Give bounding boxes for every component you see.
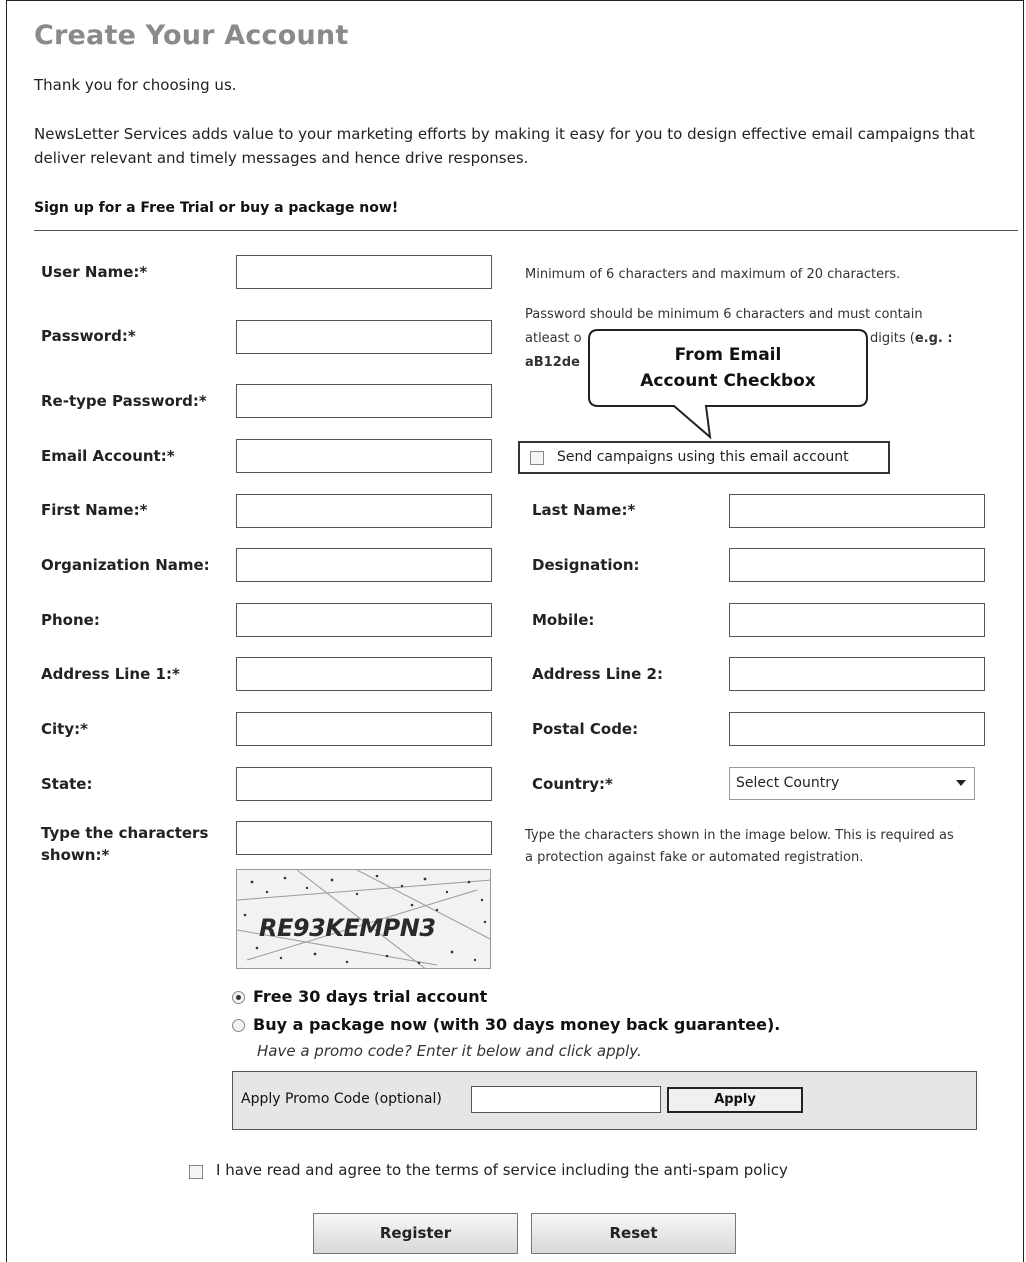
designation-input[interactable] xyxy=(729,548,985,582)
apply-button[interactable]: Apply xyxy=(667,1087,803,1113)
city-label: City:* xyxy=(41,720,88,738)
signup-heading: Sign up for a Free Trial or buy a packag… xyxy=(34,200,399,216)
buy-package-label: Buy a package now (with 30 days money ba… xyxy=(253,1015,781,1034)
terms-label: I have read and agree to the terms of se… xyxy=(216,1161,788,1179)
first-name-label: First Name:* xyxy=(41,501,148,519)
username-hint: Minimum of 6 characters and maximum of 2… xyxy=(525,267,901,282)
mobile-input[interactable] xyxy=(729,603,985,637)
address2-label: Address Line 2: xyxy=(532,665,663,683)
promo-code-panel: Apply Promo Code (optional) Apply xyxy=(232,1071,977,1130)
callout-text: From Email Account Checkbox xyxy=(588,342,868,394)
captcha-input[interactable] xyxy=(236,821,492,855)
reset-button[interactable]: Reset xyxy=(531,1213,736,1254)
postal-code-input[interactable] xyxy=(729,712,985,746)
captcha-text: RE93KEMPN3 xyxy=(259,914,436,942)
last-name-input[interactable] xyxy=(729,494,985,528)
address2-input[interactable] xyxy=(729,657,985,691)
radio-selected-dot xyxy=(236,995,241,1000)
username-input[interactable] xyxy=(236,255,492,289)
password-hint-line2-start: atleast o xyxy=(525,331,582,346)
intro-text: NewsLetter Services adds value to your m… xyxy=(34,125,975,167)
username-label: User Name:* xyxy=(41,263,148,281)
state-input[interactable] xyxy=(236,767,492,801)
captcha-label: Type the characters shown:* xyxy=(41,824,209,864)
callout-line1: From Email xyxy=(674,345,782,365)
last-name-label: Last Name:* xyxy=(532,501,636,519)
register-button[interactable]: Register xyxy=(313,1213,518,1254)
first-name-input[interactable] xyxy=(236,494,492,528)
captcha-hint: Type the characters shown in the image b… xyxy=(525,828,954,865)
city-input[interactable] xyxy=(236,712,492,746)
postal-code-label: Postal Code: xyxy=(532,720,639,738)
country-select[interactable]: Select Country xyxy=(729,767,975,800)
address1-label: Address Line 1:* xyxy=(41,665,180,683)
send-campaigns-option[interactable]: Send campaigns using this email account xyxy=(518,441,890,474)
free-trial-label: Free 30 days trial account xyxy=(253,987,488,1006)
password-hint-line2-end-wrap: digits (e.g. : xyxy=(870,328,953,349)
country-select-value: Select Country xyxy=(736,775,840,791)
org-name-input[interactable] xyxy=(236,548,492,582)
divider xyxy=(34,230,1018,231)
password-input[interactable] xyxy=(236,320,492,354)
designation-label: Designation: xyxy=(532,556,640,574)
chevron-down-icon xyxy=(956,780,966,786)
page-title: Create Your Account xyxy=(34,20,349,51)
buy-package-radio[interactable] xyxy=(232,1019,245,1032)
captcha-image: RE93KEMPN3 xyxy=(236,869,491,969)
callout-line2: Account Checkbox xyxy=(640,371,816,391)
promo-code-input[interactable] xyxy=(471,1086,661,1113)
password-hint-example: aB12de xyxy=(525,355,580,370)
retype-password-label: Re-type Password:* xyxy=(41,392,207,410)
email-input[interactable] xyxy=(236,439,492,473)
phone-label: Phone: xyxy=(41,611,100,629)
free-trial-radio[interactable] xyxy=(232,991,245,1004)
phone-input[interactable] xyxy=(236,603,492,637)
mobile-label: Mobile: xyxy=(532,611,595,629)
state-label: State: xyxy=(41,775,93,793)
send-campaigns-checkbox[interactable] xyxy=(530,451,544,465)
password-example-label: e.g. : xyxy=(914,331,953,346)
address1-input[interactable] xyxy=(236,657,492,691)
country-label: Country:* xyxy=(532,775,613,793)
terms-checkbox[interactable] xyxy=(189,1165,203,1179)
promo-hint: Have a promo code? Enter it below and cl… xyxy=(257,1042,642,1060)
retype-password-input[interactable] xyxy=(236,384,492,418)
email-label: Email Account:* xyxy=(41,447,175,465)
password-label: Password:* xyxy=(41,327,136,345)
org-name-label: Organization Name: xyxy=(41,556,210,574)
thanks-text: Thank you for choosing us. xyxy=(34,76,237,94)
password-hint-line2-end: digits ( xyxy=(870,331,915,346)
password-hint-line1: Password should be minimum 6 characters … xyxy=(525,307,923,322)
send-campaigns-label: Send campaigns using this email account xyxy=(557,449,849,465)
promo-code-label: Apply Promo Code (optional) xyxy=(241,1091,442,1107)
